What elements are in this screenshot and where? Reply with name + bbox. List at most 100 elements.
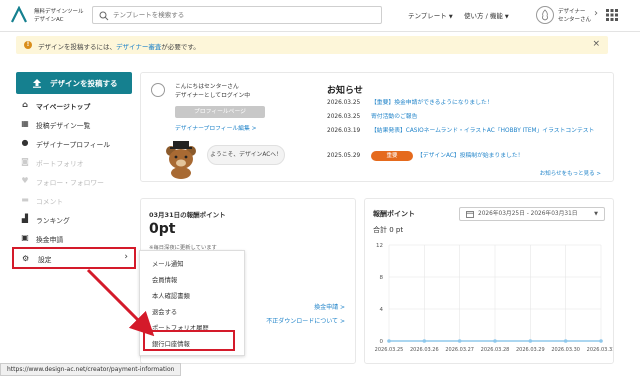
points-value: 0pt [149,221,176,237]
gear-icon: ⚙ [22,254,30,263]
search-box[interactable] [92,6,382,24]
profile-edit-link[interactable]: デザイナープロフィール編集 > [175,123,256,132]
menu-item-withdraw[interactable]: 退会する [152,307,177,316]
camera-icon: ◙ [21,157,29,166]
chevron-down-icon: ▼ [594,211,598,217]
user-avatar-icon [542,9,548,21]
chevron-down-icon: ▼ [504,14,509,20]
avatar[interactable] [536,6,554,24]
data-point [422,339,427,343]
cash-request-link[interactable]: 換金申請 > [314,302,345,311]
welcome-speech-bubble: ようこそ、デザインACへ！ [207,145,285,165]
news-link[interactable]: 【結果発表】CASIOネームランド・イラストAC「HOBBY ITEM」イラスト… [371,127,607,136]
profile-page-button[interactable]: プロフィールページ [175,106,265,118]
notice-review-link[interactable]: デザイナー審査 [116,43,161,51]
chevron-right-icon[interactable]: › [594,8,598,19]
notice-prefix: デザインを投稿するには、 [38,43,116,51]
data-point [457,339,462,343]
sidebar-item-mypage[interactable]: ⌂ マイページトップ [20,99,132,113]
sidebar-item-label: 換金申請 [36,236,64,244]
nav-usage-label: 使い方 / 機能 [464,12,503,20]
date-range-text: 2026年03月25日 - 2026年03月31日 [478,211,578,217]
data-point [599,339,603,343]
news-date: 2025.05.29 [327,153,361,159]
data-point [563,339,568,343]
logo-line-2: デザインAC [34,17,64,23]
news-date: 2026.03.19 [327,128,361,134]
y-tick-label: 0 [380,339,384,345]
reward-line-chart: 12 8 4 0 2026.03.25 2026.03.26 2026.03.27 2026.… [375,243,613,353]
nav-templates[interactable]: テンプレート ▼ [408,10,453,20]
bank-account-highlight [143,330,235,351]
sidebar-item-profile[interactable]: ● デザイナープロフィール [20,137,132,151]
x-tick-label: 2026.03.26 [410,347,439,353]
reward-chart-card: 報酬ポイント 合計 0 pt 2026年03月25日 - 2026年03月31日… [364,198,614,364]
logo-icon[interactable] [10,6,28,24]
logo-text[interactable]: 無料デザインツール デザインAC [34,8,84,24]
nav-templates-label: テンプレート [408,12,447,20]
greeting-text: こんにちはセンターさん [175,84,239,90]
notice-banner: ! デザインを投稿するには、デザイナー審査が必要です。 × [16,36,608,54]
news-date: 2026.03.25 [327,100,361,106]
data-point [528,339,533,343]
welcome-greeting: こんにちはセンターさん デザイナーとしてログイン中 [175,83,250,101]
search-input[interactable] [113,9,373,21]
menu-item-member[interactable]: 会員情報 [152,275,177,284]
home-icon: ⌂ [22,100,28,109]
post-design-label: デザインを投稿する [50,79,118,88]
news-link[interactable]: 寄付活動のご報告 [371,113,607,122]
date-range-picker[interactable]: 2026年03月25日 - 2026年03月31日 ▼ [459,207,605,221]
news-date: 2026.03.25 [327,114,361,120]
nav-usage[interactable]: 使い方 / 機能 ▼ [464,10,509,20]
login-status: デザイナーとしてログイン中 [175,93,251,99]
welcome-card: こんにちはセンターさん デザイナーとしてログイン中 プロフィールページ デザイナ… [140,72,614,182]
calendar-icon [466,211,474,218]
sidebar-item-settings[interactable]: ⚙ 設定 › [12,247,136,269]
sidebar-item-label: フォロー・フォロワー [36,179,104,187]
heart-icon: ♥ [21,176,29,185]
data-point [387,339,391,343]
sidebar-item-comment: ▬ コメント [20,194,132,208]
reward-title: 報酬ポイント [373,210,415,218]
grid-icon: ▦ [21,119,29,128]
menu-item-identity[interactable]: 本人確認書類 [152,291,190,300]
sidebar-item-ranking[interactable]: ▟ ランキング [20,213,132,227]
bear-mascot-icon [166,141,196,179]
x-tick-label: 2026.03.25 [375,347,404,353]
data-point [493,339,497,343]
sidebar-item-label: コメント [36,198,64,206]
news-title: お知らせ [327,86,363,96]
close-icon[interactable]: × [592,39,600,49]
user-circle-icon: ● [21,138,29,147]
user-display-name: センターさん [558,17,592,23]
sidebar-item-label: ポートフォリオ [36,160,84,168]
info-icon: ! [24,41,32,49]
y-tick-label: 4 [380,307,384,313]
chevron-down-icon: ▼ [448,14,453,20]
x-tick-label: 2026.03.30 [551,347,580,353]
sidebar-item-cash[interactable]: ▣ 換金申請 [20,232,132,246]
y-tick-label: 12 [376,243,383,249]
search-icon [99,11,109,21]
sidebar-item-label: 設定 [38,256,52,264]
money-icon: ▣ [21,233,29,242]
news-link[interactable]: 【重要】換金申請ができるようになりました！ [371,99,607,108]
news-more-link[interactable]: お知らせをもっと見る > [540,169,601,177]
x-tick-label: 2026.03.29 [516,347,545,353]
x-tick-label: 2026.03.28 [481,347,510,353]
x-tick-label: 2026.03.31 [587,347,613,353]
menu-item-mail[interactable]: メール通知 [152,259,183,268]
upload-icon [33,79,41,88]
apps-grid-icon[interactable] [606,9,618,21]
illegal-download-link[interactable]: 不正ダウンロードについて > [266,316,345,325]
user-name[interactable]: デザイナー センターさん [558,8,591,24]
sidebar-item-designs[interactable]: ▦ 投稿デザイン一覧 [20,118,132,132]
post-design-button[interactable]: デザインを投稿する [16,72,132,94]
sidebar-item-label: 投稿デザイン一覧 [36,122,91,130]
news-link[interactable]: 【デザインAC】投稿制が始まりました！ [417,152,640,161]
x-tick-label: 2026.03.27 [445,347,474,353]
avatar [151,83,165,97]
sidebar-item-portfolio: ◙ ポートフォリオ [20,156,132,170]
comment-icon: ▬ [21,195,29,204]
sidebar-item-label: ランキング [36,217,70,225]
